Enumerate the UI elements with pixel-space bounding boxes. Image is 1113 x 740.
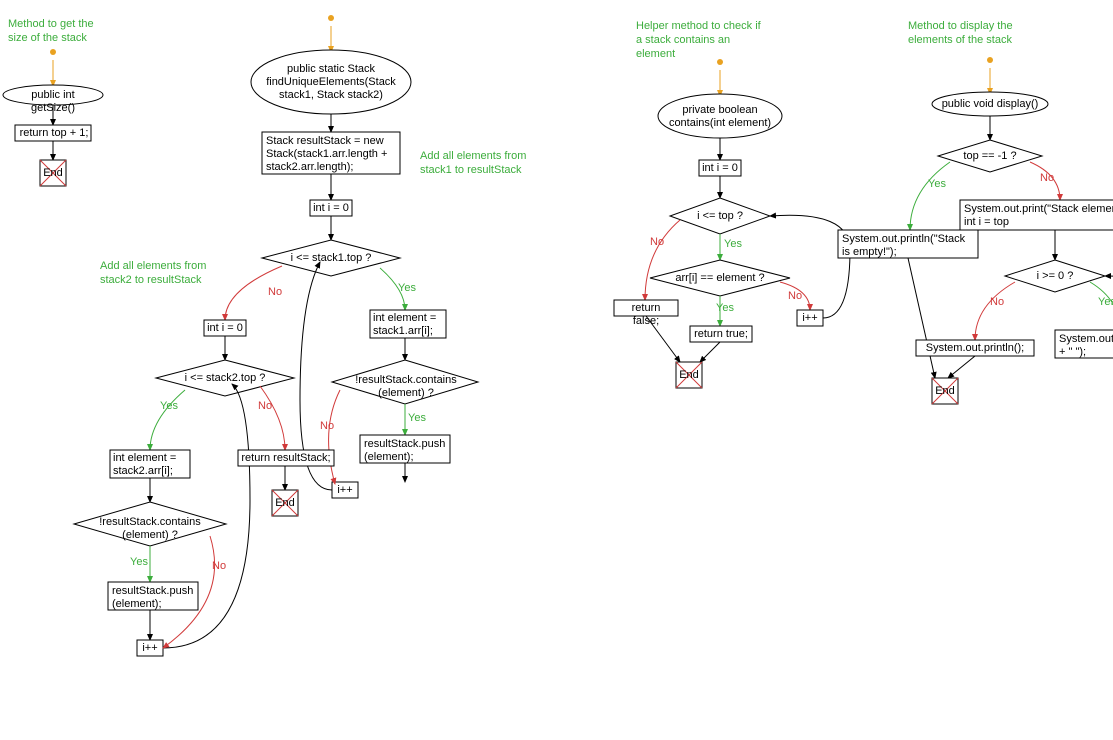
no-2: No (320, 420, 334, 432)
display-init: System.out.print("Stack elements: ");int… (964, 203, 1113, 229)
yes-2: Yes (408, 412, 426, 424)
contains-cond: i <= top ? (690, 210, 750, 223)
contains-retfalse: return false; (617, 302, 675, 328)
fu-loop2-init: int i = 0 (207, 322, 243, 335)
display-print: System.out.print(arr[i]+ " "); (1059, 333, 1113, 359)
display-cond1: top == -1 ? (956, 150, 1024, 163)
fu-loop1-elem: int element =stack1.arr[i]; (373, 312, 443, 338)
fu-loop2-elem: int element =stack2.arr[i]; (113, 452, 187, 478)
display-end: End (934, 385, 956, 398)
no-1: No (268, 286, 282, 298)
yes-c2: Yes (716, 302, 734, 314)
contains-init: int i = 0 (702, 162, 738, 175)
yes-4: Yes (130, 556, 148, 568)
display-empty: System.out.println("Stackis empty!"); (842, 233, 974, 259)
start-contains: private booleancontains(int element) (668, 104, 772, 130)
comment-contains: Helper method to check ifa stack contain… (636, 20, 796, 61)
comment-display: Method to display theelements of the sta… (908, 20, 1048, 48)
fu-loop1-cond: i <= stack1.top ? (280, 252, 382, 265)
fu-loop2-push: resultStack.push(element); (112, 585, 194, 611)
contains-inc: i++ (800, 312, 820, 325)
comment-getsize: Method to get thesize of the stack (8, 18, 118, 46)
fu-loop2-inc: i++ (140, 642, 160, 655)
start-display: public void display() (936, 98, 1044, 111)
display-loopcond: i >= 0 ? (1028, 270, 1082, 283)
contains-rettrue: return true; (693, 328, 749, 341)
fu-loop1-init: int i = 0 (313, 202, 349, 215)
yes-1: Yes (398, 282, 416, 294)
end-getsize: End (42, 167, 64, 180)
fu-loop1-push: resultStack.push(element); (364, 438, 446, 464)
ret-getsize: return top + 1; (18, 127, 90, 140)
init-findunique: Stack resultStack = newStack(stack1.arr.… (266, 135, 396, 175)
yes-d1: Yes (928, 178, 946, 190)
no-d2: No (990, 296, 1004, 308)
yes-d2: Yes (1098, 296, 1113, 308)
no-4: No (212, 560, 226, 572)
display-println: System.out.println(); (920, 342, 1030, 355)
yes-3: Yes (160, 400, 178, 412)
yes-c1: Yes (724, 238, 742, 250)
no-d1: No (1040, 172, 1054, 184)
fu-end: End (274, 497, 296, 510)
fu-loop1-contains: !resultStack.contains(element) ? (346, 374, 466, 400)
fu-loop2-contains: !resultStack.contains(element) ? (86, 516, 214, 542)
no-c2: No (788, 290, 802, 302)
comment-fu2: Add all elements fromstack2 to resultSta… (100, 260, 230, 288)
fu-ret: return resultStack; (241, 452, 331, 465)
start-findunique: public static StackfindUniqueElements(St… (263, 63, 399, 103)
contains-eq: arr[i] == element ? (666, 272, 774, 285)
comment-fu1: Add all elements fromstack1 to resultSta… (420, 150, 550, 178)
start-getsize: public int getSize() (8, 89, 98, 115)
fu-loop2-cond: i <= stack2.top ? (174, 372, 276, 385)
contains-end: End (678, 369, 700, 382)
fu-loop1-inc: i++ (335, 484, 355, 497)
no-c1: No (650, 236, 664, 248)
no-3: No (258, 400, 272, 412)
